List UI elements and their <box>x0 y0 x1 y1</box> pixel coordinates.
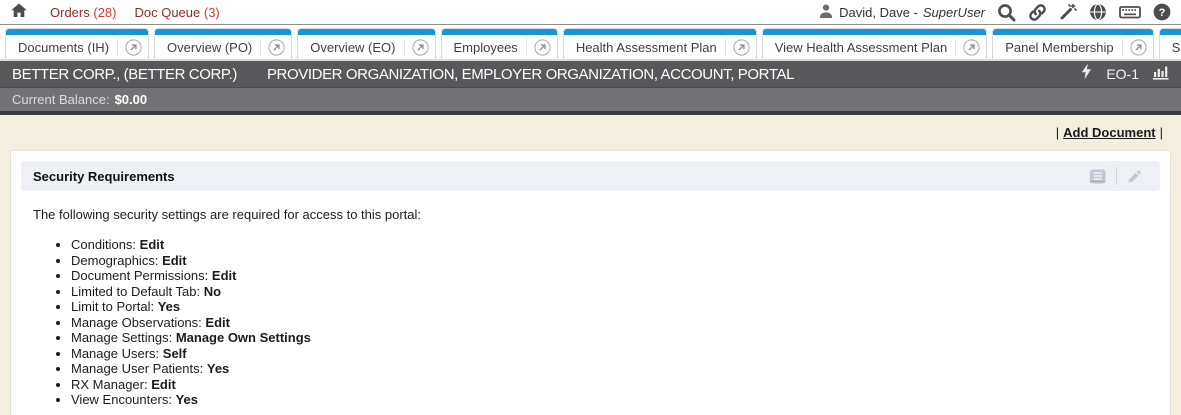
popout-arrow-icon[interactable] <box>260 39 285 56</box>
organization-name: BETTER CORP., (BETTER CORP.) <box>12 66 237 83</box>
keyboard-icon[interactable] <box>1119 4 1141 20</box>
setting-limit-to-portal: Limit to Portal: Yes <box>71 299 1150 315</box>
tab-row: Documents (IH) Overview (PO) Overview (E… <box>0 25 1181 59</box>
edit-pencil-icon[interactable] <box>1117 168 1152 185</box>
user-icon <box>818 3 834 22</box>
tab-health-assessment-plan[interactable]: Health Assessment Plan <box>563 28 757 59</box>
organization-bar: BETTER CORP., (BETTER CORP.) PROVIDER OR… <box>0 59 1181 87</box>
tab-panel-membership[interactable]: Panel Membership <box>992 28 1153 59</box>
help-icon[interactable]: ? <box>1153 3 1171 21</box>
svg-text:?: ? <box>1159 7 1166 19</box>
setting-manage-settings: Manage Settings: Manage Own Settings <box>71 330 1150 346</box>
user-name: David, Dave - <box>839 5 918 20</box>
setting-view-encounters: View Encounters: Yes <box>71 392 1150 408</box>
add-document-link[interactable]: Add Document <box>1063 125 1155 140</box>
search-icon[interactable] <box>997 3 1016 22</box>
nav-doc-queue[interactable]: Doc Queue (3) <box>134 5 219 20</box>
top-bar: Orders (28) Doc Queue (3) David, Dave - … <box>0 0 1181 25</box>
home-button[interactable] <box>10 2 28 23</box>
setting-conditions: Conditions: Edit <box>71 237 1150 253</box>
tab-overview-eo[interactable]: Overview (EO) <box>297 28 435 59</box>
tab-employees[interactable]: Employees <box>441 28 558 59</box>
user-role: SuperUser <box>923 5 985 20</box>
intro-text: The following security settings are requ… <box>33 207 1150 222</box>
panel-header: Security Requirements <box>21 161 1160 191</box>
tab-safety-overview[interactable]: Safety Overview <box>1159 28 1181 59</box>
setting-demographics: Demographics: Edit <box>71 253 1150 269</box>
popout-arrow-icon[interactable] <box>955 39 980 56</box>
portal-badge: EO-1 <box>1106 66 1139 82</box>
history-book-icon[interactable] <box>1079 168 1116 185</box>
lightning-bolt-icon[interactable] <box>1080 63 1092 85</box>
action-bar: | Add Document | <box>0 115 1181 146</box>
security-settings-list: Conditions: Edit Demographics: Edit Docu… <box>33 237 1150 408</box>
panel-body: The following security settings are requ… <box>21 191 1160 408</box>
tab-view-health-assessment-plan[interactable]: View Health Assessment Plan <box>762 28 987 59</box>
popout-arrow-icon[interactable] <box>404 39 429 56</box>
nav-orders[interactable]: Orders (28) <box>50 5 116 20</box>
wand-icon[interactable] <box>1059 3 1077 21</box>
popout-arrow-icon[interactable] <box>117 39 142 56</box>
popout-arrow-icon[interactable] <box>1122 39 1147 56</box>
organization-types: PROVIDER ORGANIZATION, EMPLOYER ORGANIZA… <box>267 66 794 83</box>
popout-arrow-icon[interactable] <box>725 39 750 56</box>
link-icon[interactable] <box>1028 3 1047 22</box>
setting-manage-users: Manage Users: Self <box>71 346 1150 362</box>
popout-arrow-icon[interactable] <box>526 39 551 56</box>
balance-bar: Current Balance: $0.00 <box>0 87 1181 111</box>
tab-documents-ih[interactable]: Documents (IH) <box>5 28 149 59</box>
security-requirements-panel: Security Requirements The following secu… <box>10 150 1171 415</box>
orgbar-right: EO-1 <box>1080 63 1169 85</box>
topbar-right: David, Dave - SuperUser ? <box>818 3 1171 22</box>
home-icon <box>10 2 28 23</box>
setting-limited-to-default-tab: Limited to Default Tab: No <box>71 284 1150 300</box>
balance-label: Current Balance: <box>12 92 110 107</box>
setting-document-permissions: Document Permissions: Edit <box>71 268 1150 284</box>
tab-overview-po[interactable]: Overview (PO) <box>154 28 292 59</box>
top-nav: Orders (28) Doc Queue (3) <box>50 5 220 20</box>
bar-chart-icon[interactable] <box>1153 63 1169 85</box>
content-area: | Add Document | Security Requirements T… <box>0 115 1181 415</box>
setting-rx-manager: RX Manager: Edit <box>71 377 1150 393</box>
globe-icon[interactable] <box>1089 3 1107 21</box>
panel-title: Security Requirements <box>33 169 175 184</box>
balance-value: $0.00 <box>115 92 148 107</box>
user-menu[interactable]: David, Dave - SuperUser <box>818 3 985 22</box>
setting-manage-observations: Manage Observations: Edit <box>71 315 1150 331</box>
panel-tools <box>1079 167 1152 185</box>
setting-manage-user-patients: Manage User Patients: Yes <box>71 361 1150 377</box>
